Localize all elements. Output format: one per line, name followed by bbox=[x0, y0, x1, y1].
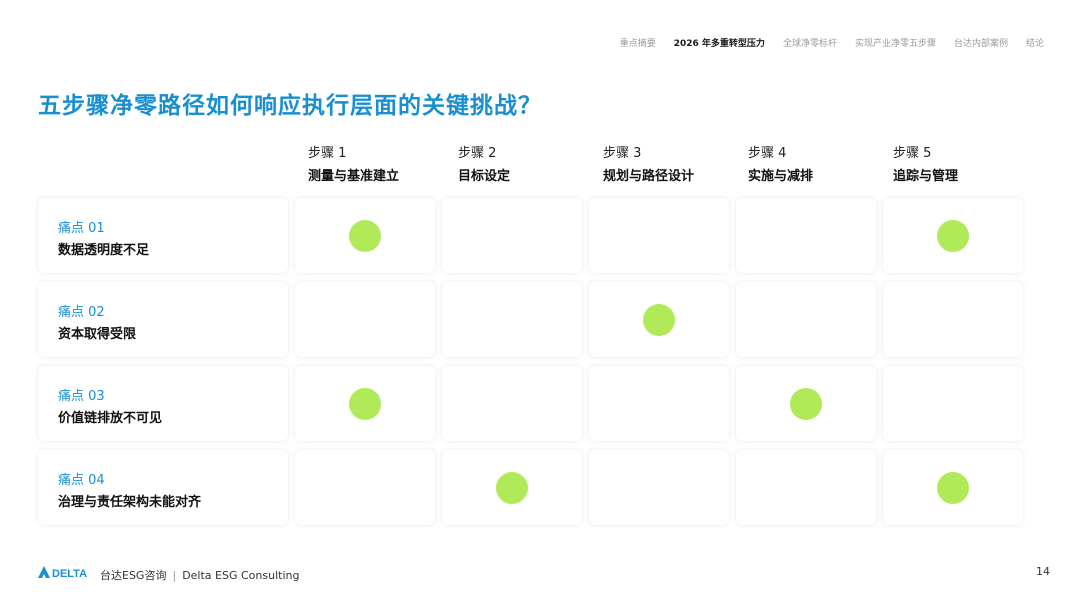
step-name: 目标设定 bbox=[458, 169, 511, 184]
match-dot bbox=[790, 387, 822, 420]
pain-label-01: 痛点 01 数据透明度不足 bbox=[38, 198, 288, 273]
match-dot bbox=[643, 303, 675, 336]
matrix-cell bbox=[442, 366, 582, 441]
matrix-cell bbox=[589, 450, 729, 525]
page-title: 五步骤净零路径如何响应执行层面的关键挑战？ bbox=[38, 93, 542, 119]
match-dot bbox=[349, 219, 381, 252]
matrix-cell bbox=[295, 198, 435, 273]
step-number: 步骤 3 bbox=[603, 146, 642, 161]
step-header-4: 步骤 4 实施与减排 bbox=[748, 145, 888, 186]
pain-label-04: 痛点 04 治理与责任架构未能对齐 bbox=[38, 450, 288, 525]
footer-separator: | bbox=[172, 569, 177, 582]
page-number: 14 bbox=[1036, 565, 1050, 578]
delta-logo: DELTA bbox=[38, 566, 87, 580]
pain-name: 治理与责任架构未能对齐 bbox=[58, 495, 202, 510]
pain-label-02: 痛点 02 资本取得受限 bbox=[38, 282, 288, 357]
nav-item-five-steps[interactable]: 实现产业净零五步骤 bbox=[855, 36, 936, 49]
nav-item-pressure[interactable]: 2026 年多重转型压力 bbox=[674, 36, 765, 49]
match-dot bbox=[937, 471, 969, 504]
matrix-cell bbox=[589, 366, 729, 441]
nav-item-benchmark[interactable]: 全球净零标杆 bbox=[783, 36, 837, 49]
pain-name: 价值链排放不可见 bbox=[58, 411, 163, 426]
match-dot bbox=[496, 471, 528, 504]
matrix-cell bbox=[736, 198, 876, 273]
matrix-cell bbox=[589, 198, 729, 273]
footer-brand: 台达ESG咨询 | Delta ESG Consulting bbox=[100, 567, 299, 583]
step-number: 步骤 1 bbox=[308, 146, 347, 161]
match-dot bbox=[349, 387, 381, 420]
pain-id: 痛点 04 bbox=[58, 473, 105, 488]
matrix-cell bbox=[589, 282, 729, 357]
step-name: 追踪与管理 bbox=[893, 169, 959, 184]
step-number: 步骤 4 bbox=[748, 146, 787, 161]
step-name: 规划与路径设计 bbox=[603, 169, 695, 184]
matrix-cell bbox=[295, 282, 435, 357]
pain-id: 痛点 02 bbox=[58, 305, 105, 320]
matrix-cell bbox=[736, 450, 876, 525]
pain-label-03: 痛点 03 价值链排放不可见 bbox=[38, 366, 288, 441]
matrix-cell bbox=[442, 198, 582, 273]
pain-id: 痛点 01 bbox=[58, 221, 105, 236]
match-dot bbox=[937, 219, 969, 252]
matrix-cell bbox=[883, 366, 1023, 441]
step-number: 步骤 2 bbox=[458, 146, 497, 161]
nav-item-case[interactable]: 台达内部案例 bbox=[954, 36, 1008, 49]
matrix-cell bbox=[883, 198, 1023, 273]
matrix-cell bbox=[736, 366, 876, 441]
step-name: 实施与减排 bbox=[748, 169, 814, 184]
svg-text:DELTA: DELTA bbox=[52, 568, 87, 580]
pain-id: 痛点 03 bbox=[58, 389, 105, 404]
matrix-cell bbox=[736, 282, 876, 357]
nav-item-conclusion[interactable]: 结论 bbox=[1026, 36, 1044, 49]
matrix-cell bbox=[442, 282, 582, 357]
top-nav: 重点摘要 2026 年多重转型压力 全球净零标杆 实现产业净零五步骤 台达内部案… bbox=[620, 36, 1044, 49]
step-header-5: 步骤 5 追踪与管理 bbox=[893, 145, 1033, 186]
matrix-cell bbox=[883, 450, 1023, 525]
footer-brand-en: Delta ESG Consulting bbox=[182, 569, 300, 582]
step-name: 测量与基准建立 bbox=[308, 169, 400, 184]
footer-brand-cn: 台达ESG咨询 bbox=[100, 569, 167, 582]
pain-name: 数据透明度不足 bbox=[58, 243, 150, 258]
pain-name: 资本取得受限 bbox=[58, 327, 137, 342]
step-header-1: 步骤 1 测量与基准建立 bbox=[308, 145, 448, 186]
step-number: 步骤 5 bbox=[893, 146, 932, 161]
nav-item-summary[interactable]: 重点摘要 bbox=[620, 36, 656, 49]
matrix-cell bbox=[295, 366, 435, 441]
step-header-3: 步骤 3 规划与路径设计 bbox=[603, 145, 743, 186]
matrix-cell bbox=[442, 450, 582, 525]
matrix-cell bbox=[295, 450, 435, 525]
matrix-cell bbox=[883, 282, 1023, 357]
step-header-2: 步骤 2 目标设定 bbox=[458, 145, 598, 186]
